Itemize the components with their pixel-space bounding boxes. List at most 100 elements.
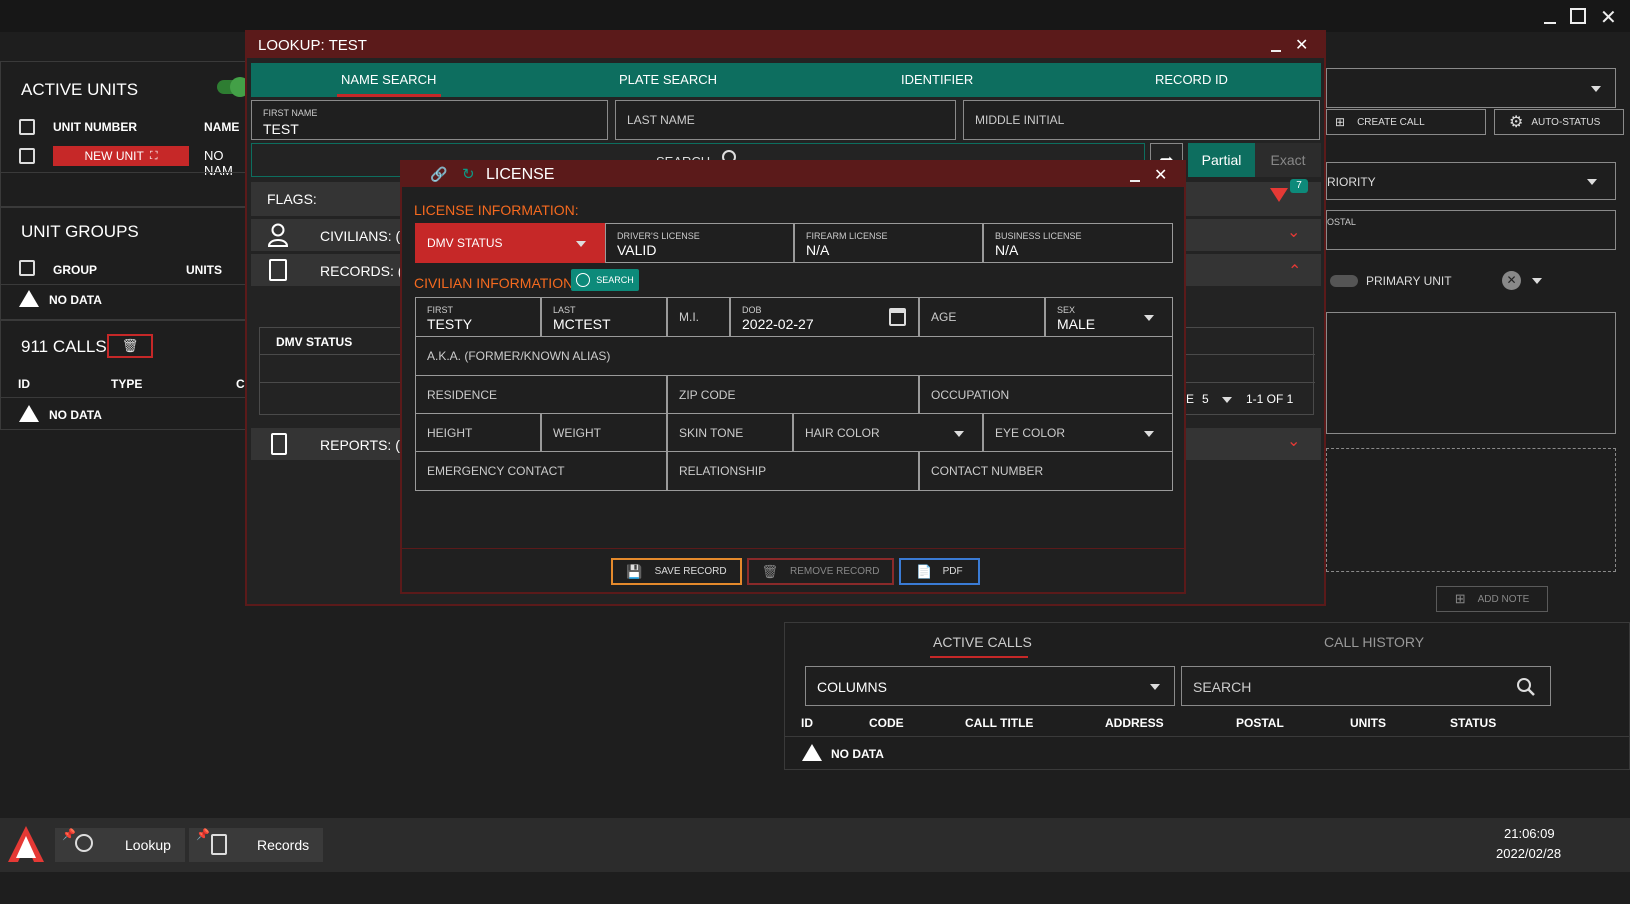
zip-code-field[interactable]: ZIP CODE <box>667 375 919 414</box>
civilians-label: CIVILIANS: ( <box>320 228 401 244</box>
primary-unit-label: PRIMARY UNIT <box>1366 274 1452 288</box>
license-titlebar: 🔗 ↻ LICENSE ✕ <box>402 162 1184 187</box>
taskbar-lookup[interactable]: 📌 Lookup <box>55 828 185 862</box>
unit-row-checkbox[interactable] <box>19 148 35 164</box>
chevron-up-icon[interactable]: ⌃ <box>1288 261 1301 281</box>
pdf-button[interactable]: 📄 PDF <box>899 558 980 585</box>
occupation-field[interactable]: OCCUPATION <box>919 375 1173 414</box>
hair-color-select[interactable]: HAIR COLOR <box>793 413 983 452</box>
partial-toggle[interactable]: Partial <box>1188 143 1255 177</box>
app-logo[interactable] <box>6 824 46 864</box>
skin-tone-field[interactable]: SKIN TONE <box>667 413 793 452</box>
col-type: TYPE <box>111 377 143 391</box>
col-unit-number: UNIT NUMBER <box>53 120 137 134</box>
license-title: LICENSE <box>486 166 555 183</box>
new-unit-badge[interactable]: NEW UNIT ⛶ <box>53 146 189 166</box>
records-label: RECORDS: ( <box>320 263 403 279</box>
refresh-icon[interactable]: ↻ <box>462 165 475 183</box>
select-all-groups-checkbox[interactable] <box>19 260 35 276</box>
remove-record-button[interactable]: 🗑 REMOVE RECORD <box>747 558 894 585</box>
chevron-down-icon[interactable]: ⌄ <box>1287 431 1300 451</box>
trash-button[interactable]: 🗑 <box>107 334 153 358</box>
eye-color-select[interactable]: EYE COLOR <box>983 413 1173 452</box>
postal-field[interactable]: OSTAL <box>1326 210 1616 250</box>
auto-status-button[interactable]: ⚙ AUTO-STATUS <box>1494 109 1624 135</box>
columns-select[interactable]: COLUMNS <box>805 666 1175 706</box>
add-note-button[interactable]: ⊞ ADD NOTE <box>1436 586 1548 612</box>
maximize-icon[interactable] <box>1570 8 1586 24</box>
calls911-panel: 911 CALLS 🗑 ID TYPE CA NO DATA <box>0 320 256 430</box>
dmv-status-select[interactable]: DMV STATUS <box>415 223 605 263</box>
search-icon[interactable] <box>1516 677 1536 697</box>
height-field[interactable]: HEIGHT <box>415 413 541 452</box>
contact-number-field[interactable]: CONTACT NUMBER <box>919 451 1173 491</box>
business-license-field[interactable]: BUSINESS LICENSE N/A <box>983 223 1173 263</box>
note-input[interactable] <box>1326 448 1616 572</box>
clear-icon[interactable]: ✕ <box>1502 271 1521 290</box>
emergency-contact-field[interactable]: EMERGENCY CONTACT <box>415 451 667 491</box>
chevron-down-icon[interactable]: ⌄ <box>1287 222 1300 242</box>
aka-field[interactable]: A.K.A. (FORMER/KNOWN ALIAS) <box>415 336 1173 376</box>
filter-icon[interactable] <box>1270 188 1288 202</box>
close-window-icon[interactable]: ✕ <box>1600 5 1617 30</box>
active-units-toggle[interactable] <box>217 77 250 97</box>
priority-select[interactable]: RIORITY <box>1326 162 1616 200</box>
civilian-search-button[interactable]: SEARCH <box>571 269 639 291</box>
save-record-button[interactable]: 💾 SAVE RECORD <box>611 558 742 585</box>
th-units: UNITS <box>1350 716 1386 730</box>
tab-plate-search[interactable]: PLATE SEARCH <box>619 72 717 87</box>
document-icon <box>211 834 227 855</box>
call-details-panel: ⊞ CREATE CALL ⚙ AUTO-STATUS RIORITY OSTA… <box>1326 60 1630 620</box>
call-dropdown[interactable] <box>1326 68 1616 108</box>
residence-field[interactable]: RESIDENCE <box>415 375 667 414</box>
th-dmv-status: DMV STATUS <box>276 335 353 349</box>
window-titlebar <box>0 0 1630 32</box>
drivers-license-field[interactable]: DRIVER'S LICENSE VALID <box>605 223 794 263</box>
first-name-field[interactable]: FIRST TESTY <box>415 297 541 337</box>
first-name-field[interactable]: FIRST NAME TEST <box>251 100 608 140</box>
close-icon[interactable]: ✕ <box>1295 35 1308 55</box>
close-icon[interactable]: ✕ <box>1154 165 1167 185</box>
lookup-tabs: NAME SEARCH PLATE SEARCH IDENTIFIER RECO… <box>251 63 1321 97</box>
unit-groups-panel: UNIT GROUPS GROUP UNITS NO DATA <box>0 207 256 320</box>
calendar-icon[interactable] <box>889 308 906 326</box>
sex-select[interactable]: SEX MALE <box>1045 297 1173 337</box>
taskbar-records[interactable]: 📌 Records <box>189 828 323 862</box>
license-info-heading: LICENSE INFORMATION: <box>414 202 579 218</box>
link-icon[interactable]: 🔗 <box>430 166 447 183</box>
pin-icon: 📌 <box>196 829 210 841</box>
trash-icon: 🗑 <box>761 563 779 579</box>
age-field[interactable]: AGE <box>919 297 1045 337</box>
calls-panel: ACTIVE CALLS CALL HISTORY COLUMNS SEARCH… <box>784 622 1630 770</box>
lookup-title: LOOKUP: TEST <box>258 37 367 54</box>
minimize-icon[interactable] <box>1540 6 1560 26</box>
weight-field[interactable]: WEIGHT <box>541 413 667 452</box>
notes-textarea[interactable] <box>1326 312 1616 434</box>
middle-initial-field[interactable]: M.I. <box>667 297 730 337</box>
create-call-button[interactable]: ⊞ CREATE CALL <box>1326 109 1486 135</box>
tab-identifier[interactable]: IDENTIFIER <box>901 72 973 87</box>
calls-search-input[interactable]: SEARCH <box>1181 666 1551 706</box>
primary-unit-toggle[interactable] <box>1330 275 1358 287</box>
tab-active-calls[interactable]: ACTIVE CALLS <box>933 634 1032 650</box>
relationship-field[interactable]: RELATIONSHIP <box>667 451 919 491</box>
th-postal: POSTAL <box>1236 716 1284 730</box>
taskbar: 📌 Lookup 📌 Records 21:06:09 2022/02/28 <box>0 818 1630 872</box>
search-icon <box>75 834 93 852</box>
plus-square-icon: ⊞ <box>1454 591 1466 606</box>
tab-call-history[interactable]: CALL HISTORY <box>1324 634 1424 650</box>
dob-field[interactable]: DOB 2022-02-27 <box>730 297 919 337</box>
firearm-license-field[interactable]: FIREARM LICENSE N/A <box>794 223 983 263</box>
tab-name-search[interactable]: NAME SEARCH <box>341 72 436 87</box>
middle-initial-field[interactable]: MIDDLE INITIAL <box>963 100 1320 140</box>
minimize-icon[interactable] <box>1271 50 1281 52</box>
last-name-field[interactable]: LAST NAME <box>615 100 956 140</box>
rows-per-page-select[interactable]: 5 <box>1202 392 1209 406</box>
last-name-field[interactable]: LAST MCTEST <box>541 297 667 337</box>
tab-record-id[interactable]: RECORD ID <box>1155 72 1228 87</box>
save-icon: 💾 <box>626 563 643 579</box>
exact-toggle[interactable]: Exact <box>1255 143 1321 177</box>
sitemap-icon: ⛶ <box>149 149 158 162</box>
minimize-icon[interactable] <box>1130 180 1140 182</box>
select-all-units-checkbox[interactable] <box>19 119 35 135</box>
